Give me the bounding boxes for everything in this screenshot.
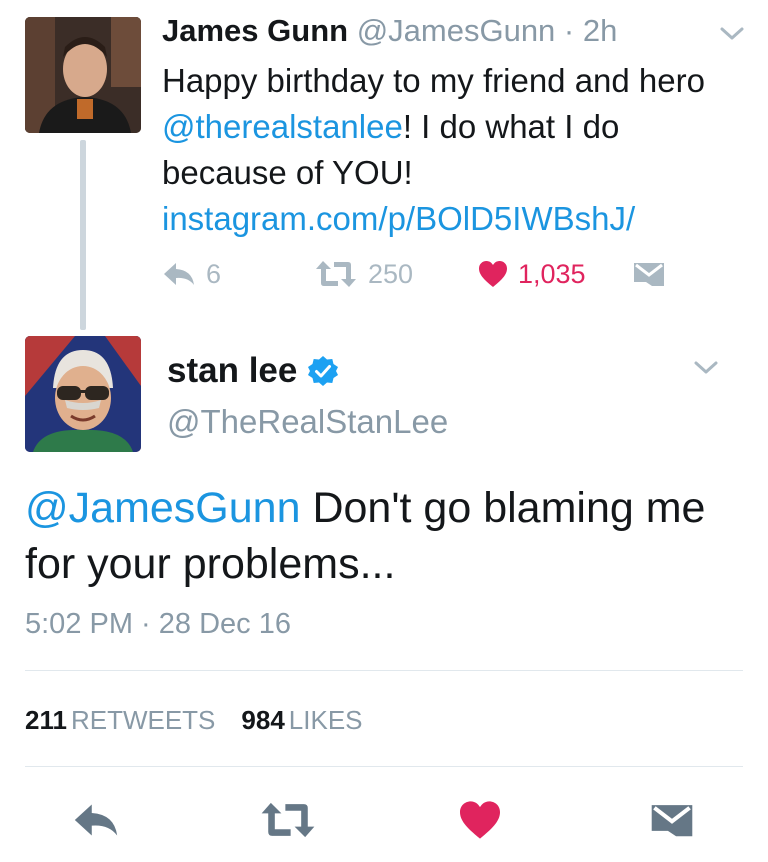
avatar[interactable] [25,336,141,452]
thread-connector-line [80,140,86,330]
mention-link[interactable]: @JamesGunn [25,484,301,532]
heart-icon [479,261,507,287]
main-tweet-author: stan lee [167,349,339,393]
reply-icon [74,804,118,836]
retweet-button[interactable] [258,790,318,850]
heart-icon [460,801,500,839]
like-count: 1,035 [518,258,586,289]
retweets-count: 211 [25,705,67,735]
main-tweet-actions [0,790,768,850]
direct-message-icon [651,805,693,837]
author-name[interactable]: stan lee [167,349,297,393]
divider [25,670,743,671]
retweet-count: 250 [368,258,414,289]
url-link[interactable]: instagram.com/p/BOlD5IWBshJ/ [162,200,635,237]
author-handle[interactable]: @TheRealStanLee [167,400,448,444]
tweet-time-ago[interactable]: 2h [583,13,617,48]
author-name[interactable]: James Gunn [162,13,348,48]
like-button[interactable]: 1,035 [478,254,586,294]
retweets-label: RETWEETS [70,705,216,735]
main-tweet-text: @JamesGunn Don't go blaming me for your … [25,480,745,592]
likes-label: LIKES [288,705,363,735]
retweet-icon [261,802,315,838]
mention-link[interactable]: @therealstanlee [162,108,403,145]
avatar-stan-lee-image [25,336,141,452]
likes-count: 984 [241,705,285,735]
like-button[interactable] [450,790,510,850]
retweet-icon [316,261,356,287]
avatar-james-gunn-image [25,17,141,133]
reply-icon [164,263,194,285]
divider [25,766,743,767]
reply-button[interactable]: 6 [162,254,221,294]
chevron-down-icon[interactable] [692,358,720,378]
meta-separator: · [563,13,575,48]
chevron-down-icon[interactable] [718,24,746,44]
reply-button[interactable] [66,790,126,850]
parent-tweet-actions: 6 250 1,035 [162,254,722,294]
avatar[interactable] [25,17,141,133]
tweet-timestamp[interactable]: 5:02 PM · 28 Dec 16 [25,604,291,644]
parent-tweet-header: James Gunn @JamesGunn · 2h [162,11,617,51]
author-handle[interactable]: @JamesGunn [357,13,556,48]
retweets-stat[interactable]: 211 RETWEETS [25,705,215,735]
verified-badge-icon [308,356,339,386]
tweet-text: Happy birthday to my friend and hero [162,62,705,99]
reply-count: 6 [206,258,222,289]
tweet-stats: 211 RETWEETS 984 LIKES [25,700,363,740]
direct-message-button[interactable] [632,254,666,294]
parent-tweet-text: Happy birthday to my friend and hero @th… [162,58,752,242]
retweet-button[interactable]: 250 [314,254,413,294]
likes-stat[interactable]: 984 LIKES [241,705,362,735]
direct-message-button[interactable] [642,790,702,850]
direct-message-icon [634,263,664,286]
